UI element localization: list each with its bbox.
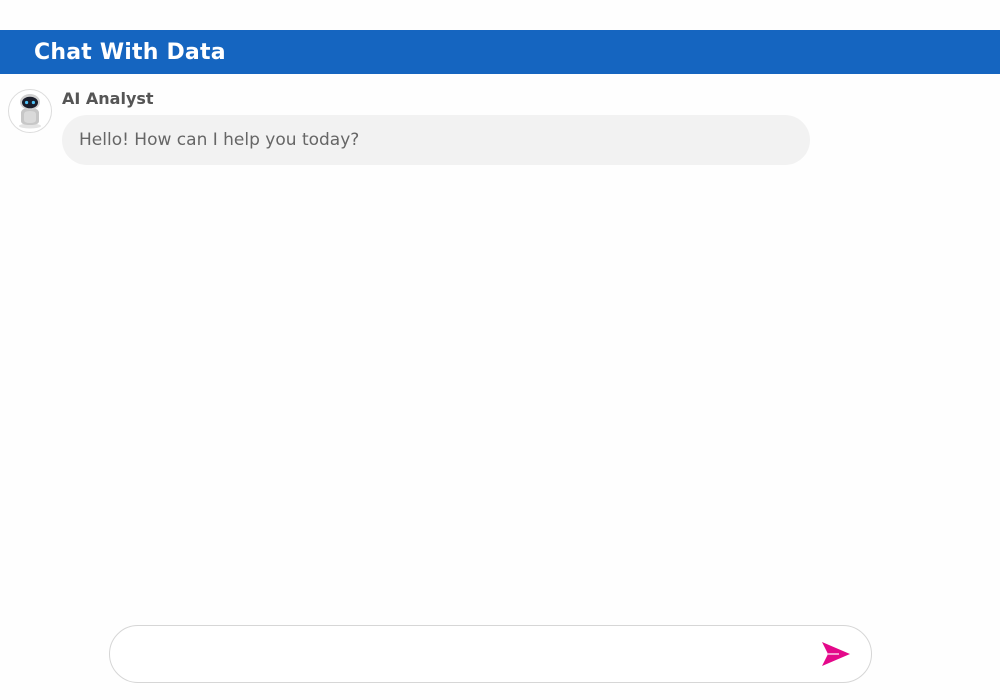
message-bubble: Hello! How can I help you today? — [62, 115, 810, 165]
chat-page: Chat With Data AI Analyst Hello! How can… — [0, 0, 1000, 700]
sender-name: AI Analyst — [62, 89, 154, 108]
robot-icon — [19, 94, 41, 129]
app-header: Chat With Data — [0, 30, 1000, 74]
message-input[interactable] — [130, 634, 814, 676]
message-composer — [109, 625, 872, 683]
avatar — [8, 89, 52, 133]
message-text: Hello! How can I help you today? — [79, 130, 360, 150]
app-title: Chat With Data — [34, 39, 226, 65]
send-icon — [822, 642, 850, 666]
send-button[interactable] — [820, 639, 852, 669]
